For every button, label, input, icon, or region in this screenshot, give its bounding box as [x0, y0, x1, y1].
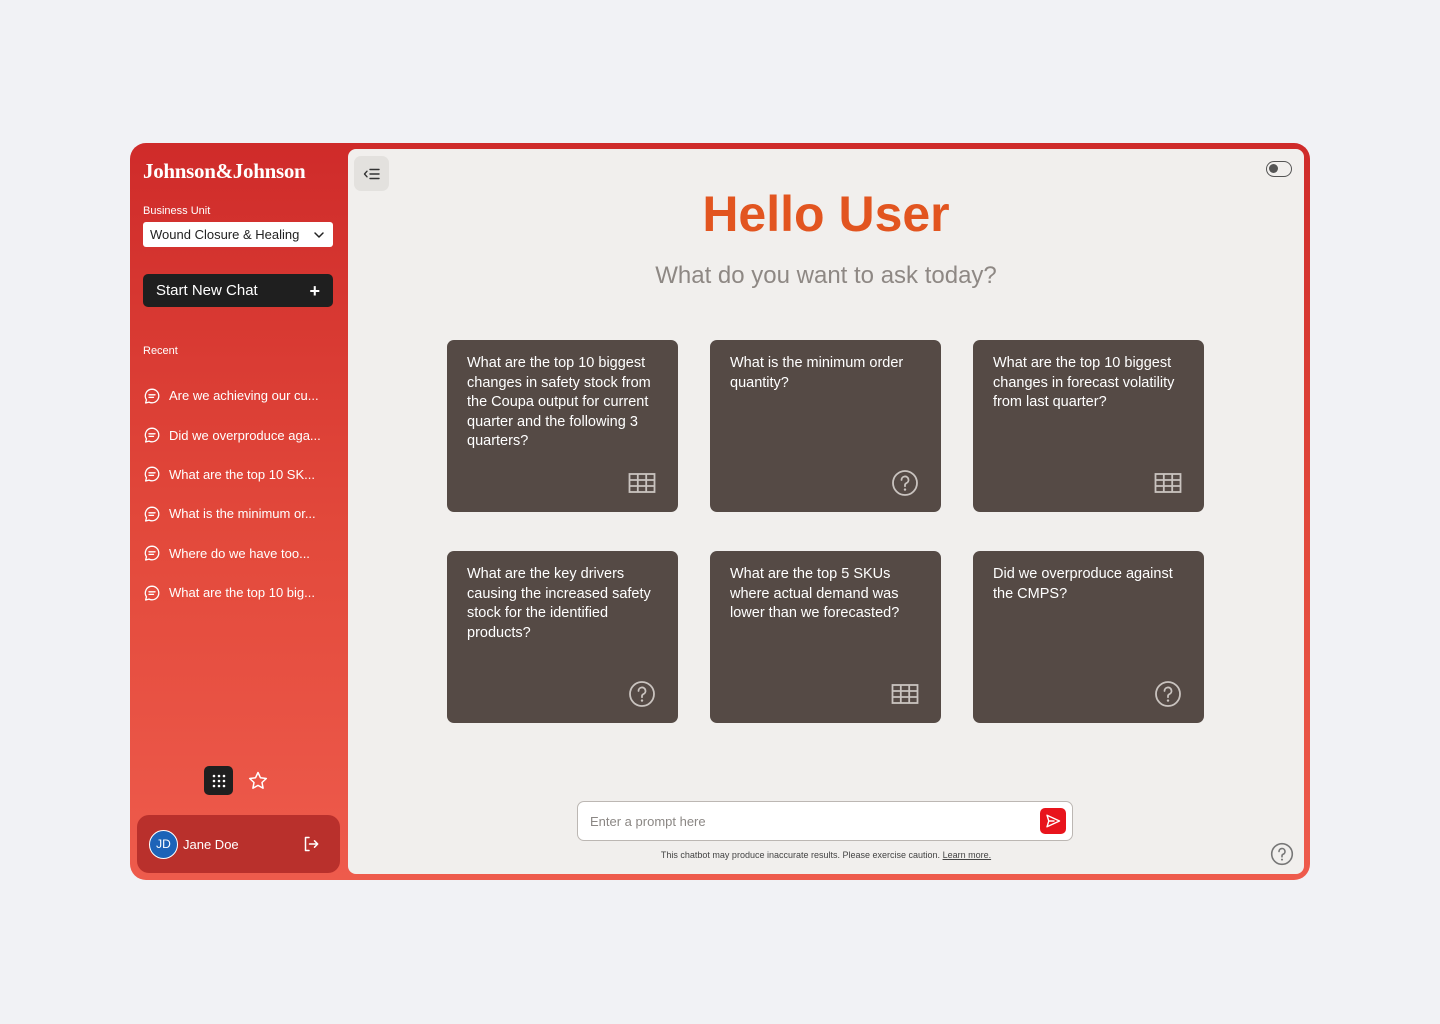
chat-bubble-icon — [144, 545, 160, 561]
recent-chat-title: Where do we have too... — [169, 545, 310, 561]
send-button[interactable] — [1040, 808, 1066, 834]
suggestion-card[interactable]: What is the minimum order quantity? — [710, 340, 941, 512]
question-icon — [1155, 681, 1181, 707]
recent-chat-item[interactable]: What are the top 10 SK... — [143, 455, 338, 494]
suggestion-text: What are the top 10 biggest changes in f… — [993, 355, 1175, 411]
recent-chat-title: Are we achieving our cu... — [169, 388, 319, 404]
prompt-input[interactable] — [590, 802, 1030, 840]
apps-grid-button[interactable] — [204, 766, 233, 795]
recent-chats-list: Are we achieving our cu... Did we overpr… — [143, 376, 338, 612]
disclaimer: This chatbot may produce inaccurate resu… — [348, 850, 1304, 860]
chat-bubble-icon — [144, 585, 160, 601]
suggestion-card[interactable]: What are the top 10 biggest changes in f… — [973, 340, 1204, 512]
chat-bubble-icon — [144, 467, 160, 483]
table-icon — [1154, 473, 1182, 493]
recent-chat-item[interactable]: Did we overproduce aga... — [143, 415, 338, 454]
recent-chat-title: What are the top 10 big... — [169, 585, 315, 601]
suggestion-text: What is the minimum order quantity? — [730, 355, 904, 391]
sidebar: Johnson&Johnson Business Unit Wound Clos… — [130, 143, 347, 880]
greeting-title: Hello User — [702, 186, 950, 242]
recent-chat-title: What is the minimum or... — [169, 506, 316, 522]
avatar: JD — [149, 829, 178, 859]
table-icon — [891, 684, 919, 704]
logout-icon[interactable] — [302, 835, 320, 853]
star-icon[interactable] — [247, 770, 269, 792]
table-icon — [628, 473, 656, 493]
suggestion-text: What are the top 10 biggest changes in s… — [467, 355, 651, 450]
suggestion-text: What are the key drivers causing the inc… — [467, 566, 651, 641]
start-new-chat-label: Start New Chat — [156, 282, 258, 299]
disclaimer-text: This chatbot may produce inaccurate resu… — [660, 850, 941, 860]
suggestion-card[interactable]: What are the top 10 biggest changes in s… — [447, 340, 678, 512]
user-name: Jane Doe — [183, 836, 239, 852]
learn-more-link[interactable]: Learn more. — [943, 850, 992, 860]
recent-chat-item[interactable]: Where do we have too... — [143, 534, 338, 573]
recent-chat-item[interactable]: Are we achieving our cu... — [143, 376, 338, 415]
question-icon — [892, 470, 918, 496]
app-window: Johnson&Johnson Business Unit Wound Clos… — [130, 143, 1310, 880]
business-unit-value: Wound Closure & Healing — [150, 227, 300, 242]
recent-heading: Recent — [143, 345, 178, 357]
collapse-sidebar-icon — [363, 168, 380, 179]
suggestion-card[interactable]: What are the top 5 SKUs where actual dem… — [710, 551, 941, 723]
suggestion-text: What are the top 5 SKUs where actual dem… — [730, 566, 900, 622]
main-panel: Hello User What do you want to ask today… — [348, 149, 1304, 874]
brand-logo: Johnson&Johnson — [143, 159, 306, 183]
plus-icon: + — [309, 280, 320, 301]
prompt-box — [577, 801, 1073, 841]
theme-toggle[interactable] — [1266, 161, 1292, 177]
business-unit-select[interactable]: Wound Closure & Healing — [143, 222, 333, 247]
greeting-subtitle: What do you want to ask today? — [655, 262, 997, 289]
recent-chat-title: Did we overproduce aga... — [169, 427, 321, 443]
recent-chat-item[interactable]: What is the minimum or... — [143, 494, 338, 533]
help-icon[interactable] — [1270, 842, 1294, 866]
recent-chat-title: What are the top 10 SK... — [169, 466, 315, 482]
apps-grid-icon — [212, 774, 225, 787]
chat-bubble-icon — [144, 388, 160, 404]
suggestion-card[interactable]: What are the key drivers causing the inc… — [447, 551, 678, 723]
question-icon — [629, 681, 655, 707]
suggestion-card[interactable]: Did we overproduce against the CMPS? — [973, 551, 1204, 723]
send-icon — [1046, 814, 1061, 828]
chat-bubble-icon — [144, 506, 160, 522]
chat-bubble-icon — [144, 427, 160, 443]
chevron-down-icon — [314, 231, 324, 238]
user-profile-card: JD Jane Doe — [137, 815, 340, 873]
start-new-chat-button[interactable]: Start New Chat + — [143, 274, 333, 307]
business-unit-label: Business Unit — [143, 205, 211, 217]
suggestion-text: Did we overproduce against the CMPS? — [993, 566, 1173, 602]
recent-chat-item[interactable]: What are the top 10 big... — [143, 573, 338, 612]
